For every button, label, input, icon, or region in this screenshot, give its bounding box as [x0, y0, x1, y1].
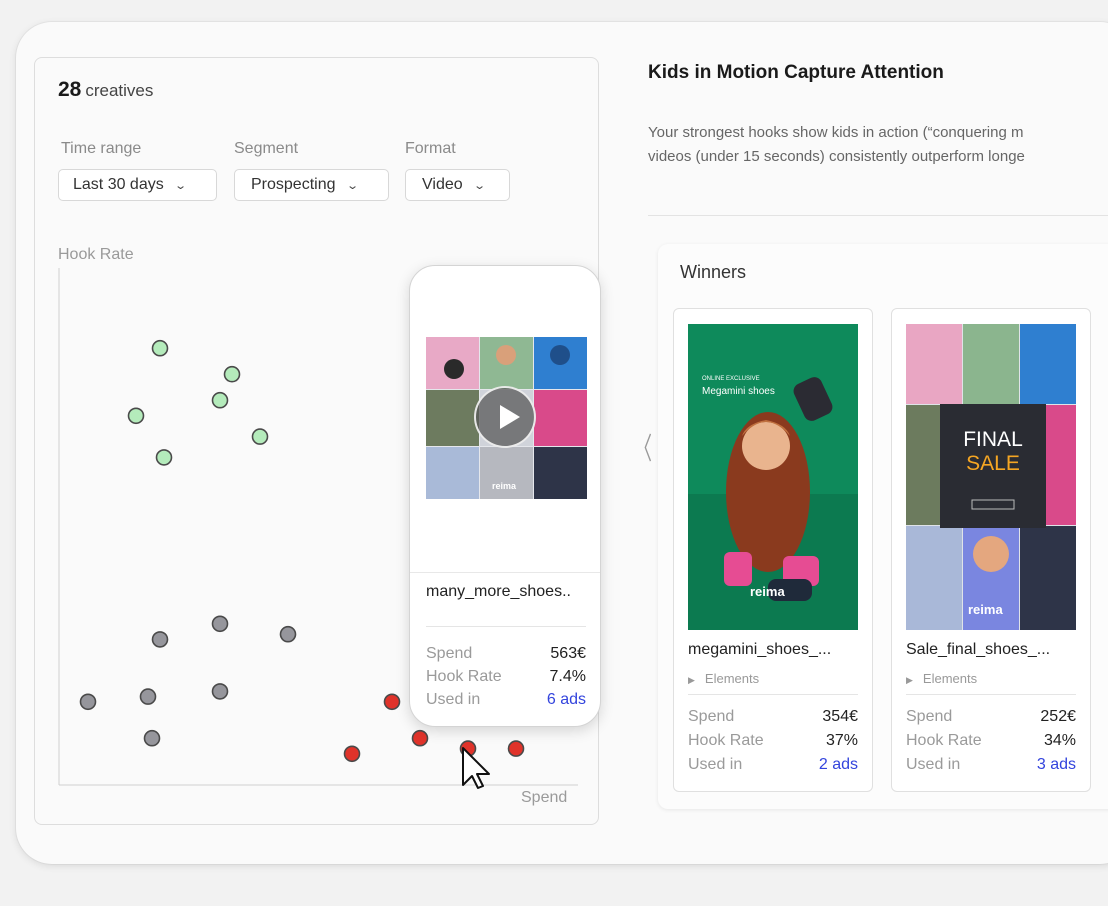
format-dropdown[interactable]: Video ⌄ — [405, 169, 510, 201]
chevron-down-icon: ⌄ — [472, 179, 486, 192]
stat-hook-rate: Hook Rate 34% — [906, 732, 1076, 750]
stat-key: Spend — [426, 645, 473, 662]
winners-label: Winners — [680, 262, 747, 282]
x-axis-label: Spend — [521, 789, 568, 806]
stat-spend: Spend 563€ — [426, 645, 586, 663]
stat-used-in: Used in 3 ads — [906, 756, 1076, 774]
stat-value: 37% — [825, 732, 858, 749]
filter-label-segment: Segment — [234, 140, 299, 157]
stat-used-in: Used in 6 ads — [426, 691, 586, 709]
creative-preview-popup[interactable]: reima many_more_shoes.. Spend 563€ Hook R… — [409, 265, 601, 727]
stat-key: Used in — [906, 756, 961, 773]
stat-value: 7.4% — [549, 668, 586, 685]
stat-key: Hook Rate — [688, 732, 764, 749]
divider — [648, 215, 1108, 216]
brand-logo: reima — [750, 584, 785, 599]
chevron-down-icon: ⌄ — [345, 179, 359, 192]
winner-card[interactable]: ONLINE EXCLUSIVE Megamini shoes reima me… — [673, 308, 873, 792]
divider — [410, 572, 600, 573]
stat-used-in: Used in 2 ads — [688, 756, 858, 774]
stat-value: 34% — [1043, 732, 1076, 749]
elements-toggle[interactable]: ▶ Elements — [906, 671, 977, 686]
stat-key: Hook Rate — [426, 668, 502, 685]
time-range-value: Last 30 days — [73, 176, 164, 193]
format-value: Video — [422, 176, 463, 193]
stat-key: Hook Rate — [906, 732, 982, 749]
creative-thumbnail: ONLINE EXCLUSIVE Megamini shoes reima — [688, 324, 858, 630]
stat-value: 252€ — [1040, 708, 1076, 725]
chevron-down-icon: ⌄ — [173, 179, 187, 192]
elements-toggle[interactable]: ▶ Elements — [688, 671, 759, 686]
filter-label-time-range: Time range — [61, 140, 142, 157]
creative-name: Sale_final_shoes_... — [906, 641, 1051, 658]
sale-line-2: SALE — [966, 452, 1020, 475]
creative-name: many_more_shoes.. — [426, 583, 571, 600]
used-in-ads-link[interactable]: 2 ads — [819, 756, 858, 774]
stat-value: 563€ — [550, 645, 586, 662]
stat-hook-rate: Hook Rate 7.4% — [426, 668, 586, 686]
stat-spend: Spend 252€ — [906, 708, 1076, 726]
promo-title: Megamini shoes — [702, 386, 775, 397]
creative-thumbnail: FINAL SALE reima — [906, 324, 1076, 630]
caret-right-icon: ▶ — [906, 675, 913, 685]
carousel-prev-icon[interactable]: 〈 — [634, 424, 652, 468]
time-range-dropdown[interactable]: Last 30 days ⌄ — [58, 169, 217, 201]
creative-name: megamini_shoes_... — [688, 641, 832, 658]
elements-label: Elements — [704, 671, 760, 686]
caret-right-icon: ▶ — [688, 675, 695, 685]
stat-spend: Spend 354€ — [688, 708, 858, 726]
segment-dropdown[interactable]: Prospecting ⌄ — [234, 169, 389, 201]
stat-hook-rate: Hook Rate 37% — [688, 732, 858, 750]
winner-card[interactable]: FINAL SALE reima Sale_final_shoes_... ▶ E… — [891, 308, 1091, 792]
insight-title: Kids in Motion Capture Attention — [648, 62, 944, 83]
divider — [426, 626, 586, 627]
stat-key: Spend — [906, 708, 953, 725]
used-in-ads-link[interactable]: 6 ads — [547, 691, 586, 709]
mouse-cursor-icon — [462, 747, 490, 789]
brand-logo: reima — [968, 602, 1003, 617]
creatives-count: 28 creatives — [58, 78, 154, 101]
stat-value: 354€ — [822, 708, 858, 725]
elements-label: Elements — [922, 671, 978, 686]
promo-tag: ONLINE EXCLUSIVE — [702, 376, 760, 382]
insight-description: Your strongest hooks show kids in action… — [648, 121, 1108, 169]
insight-line-2: videos (under 15 seconds) consistently o… — [648, 148, 1025, 165]
divider — [688, 694, 858, 695]
brand-logo: reima — [492, 481, 517, 491]
filter-label-format: Format — [405, 140, 456, 157]
divider — [906, 694, 1076, 695]
y-axis-label: Hook Rate — [58, 246, 134, 263]
segment-value: Prospecting — [251, 176, 336, 193]
insight-line-1: Your strongest hooks show kids in action… — [648, 124, 1024, 141]
play-icon[interactable] — [474, 386, 536, 448]
stat-key: Spend — [688, 708, 735, 725]
stat-key: Used in — [426, 691, 481, 708]
used-in-ads-link[interactable]: 3 ads — [1037, 756, 1076, 774]
sale-line-1: FINAL — [963, 428, 1023, 451]
stat-key: Used in — [688, 756, 743, 773]
